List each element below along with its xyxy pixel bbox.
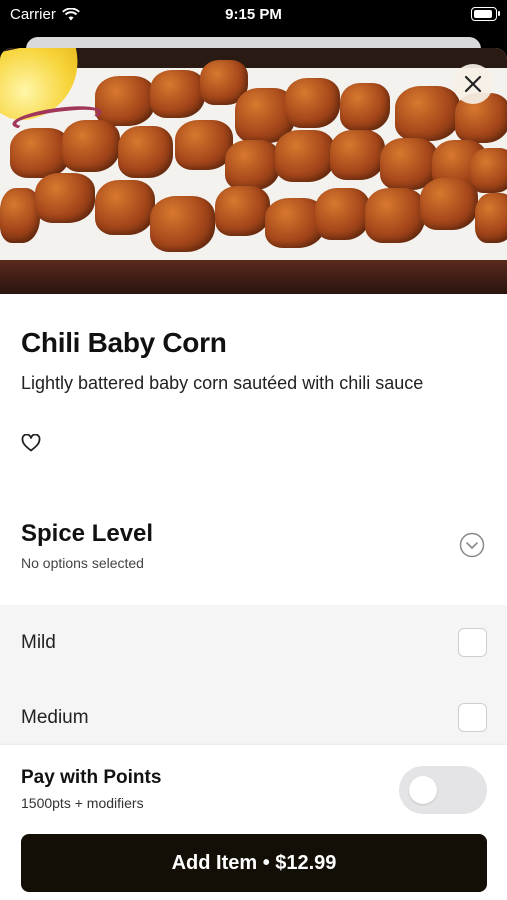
spice-options-list: Mild Medium xyxy=(0,605,507,765)
item-description: Lightly battered baby corn sautéed with … xyxy=(21,373,424,393)
status-bar: Carrier 9:15 PM xyxy=(0,0,507,30)
add-item-button[interactable]: Add Item • $12.99 xyxy=(21,834,487,892)
battery-icon xyxy=(471,7,500,21)
pay-with-points-title: Pay with Points xyxy=(21,767,162,788)
checkout-footer: Pay with Points 1500pts + modifiers Add … xyxy=(0,745,507,900)
option-label: Medium xyxy=(21,706,89,728)
option-checkbox[interactable] xyxy=(458,628,487,657)
pay-with-points-subtitle: 1500pts + modifiers xyxy=(21,795,144,811)
item-detail-sheet: Chili Baby Corn Lightly battered baby co… xyxy=(0,48,507,900)
item-photo xyxy=(0,48,507,294)
chevron-down-circle-icon xyxy=(459,532,485,558)
option-row-mild[interactable]: Mild xyxy=(0,605,507,680)
pay-with-points-toggle[interactable] xyxy=(399,766,487,814)
heart-icon xyxy=(21,433,41,452)
close-icon xyxy=(464,75,482,93)
clock: 9:15 PM xyxy=(225,6,282,23)
option-label: Mild xyxy=(21,631,56,653)
option-checkbox[interactable] xyxy=(458,703,487,732)
item-title: Chili Baby Corn xyxy=(21,327,227,358)
close-button[interactable] xyxy=(453,64,493,104)
toggle-knob xyxy=(409,776,437,804)
favorite-button[interactable] xyxy=(20,433,42,454)
spice-level-subtitle: No options selected xyxy=(21,555,144,571)
spice-level-title: Spice Level xyxy=(21,520,154,547)
spice-level-toggle[interactable] xyxy=(459,532,485,558)
option-row-medium[interactable]: Medium xyxy=(0,680,507,755)
